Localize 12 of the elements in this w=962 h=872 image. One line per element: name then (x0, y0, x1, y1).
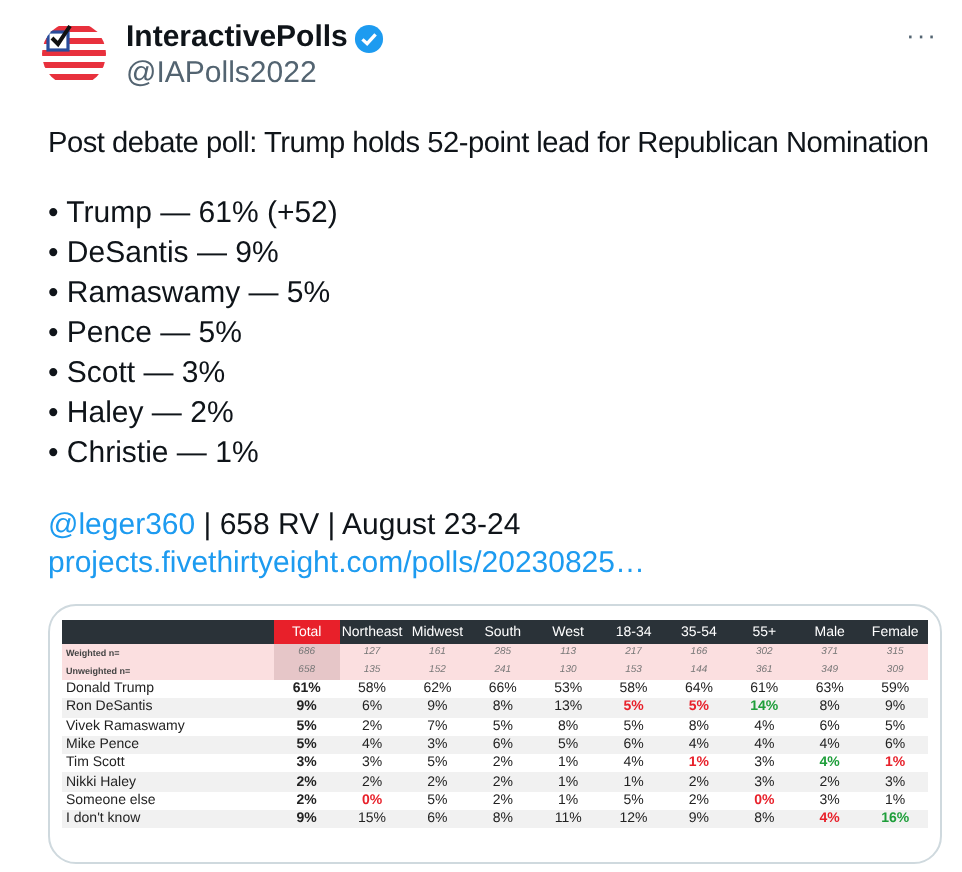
tweet-headline: Post debate poll: Trump holds 52-point lead for Republican Nomination (48, 126, 931, 164)
bullet-item: • DeSantis — 9% (48, 234, 281, 274)
source-line: @leger360 | 658 RV | August 23-24 (48, 506, 521, 544)
more-button[interactable]: ··· (902, 20, 942, 50)
bullet-item: • Pence — 5% (48, 314, 244, 354)
author-handle[interactable]: @IAPolls2022 (126, 56, 384, 92)
bullet-item: • Christie — 1% (48, 434, 261, 474)
bullet-item: • Haley — 2% (48, 394, 236, 434)
author-name[interactable]: InteractivePolls (126, 20, 348, 56)
bullet-item: • Ramaswamy — 5% (48, 274, 333, 314)
bullet-item: • Scott — 3% (48, 354, 228, 394)
bullet-item: • Trump — 61% (+52) (48, 194, 340, 234)
